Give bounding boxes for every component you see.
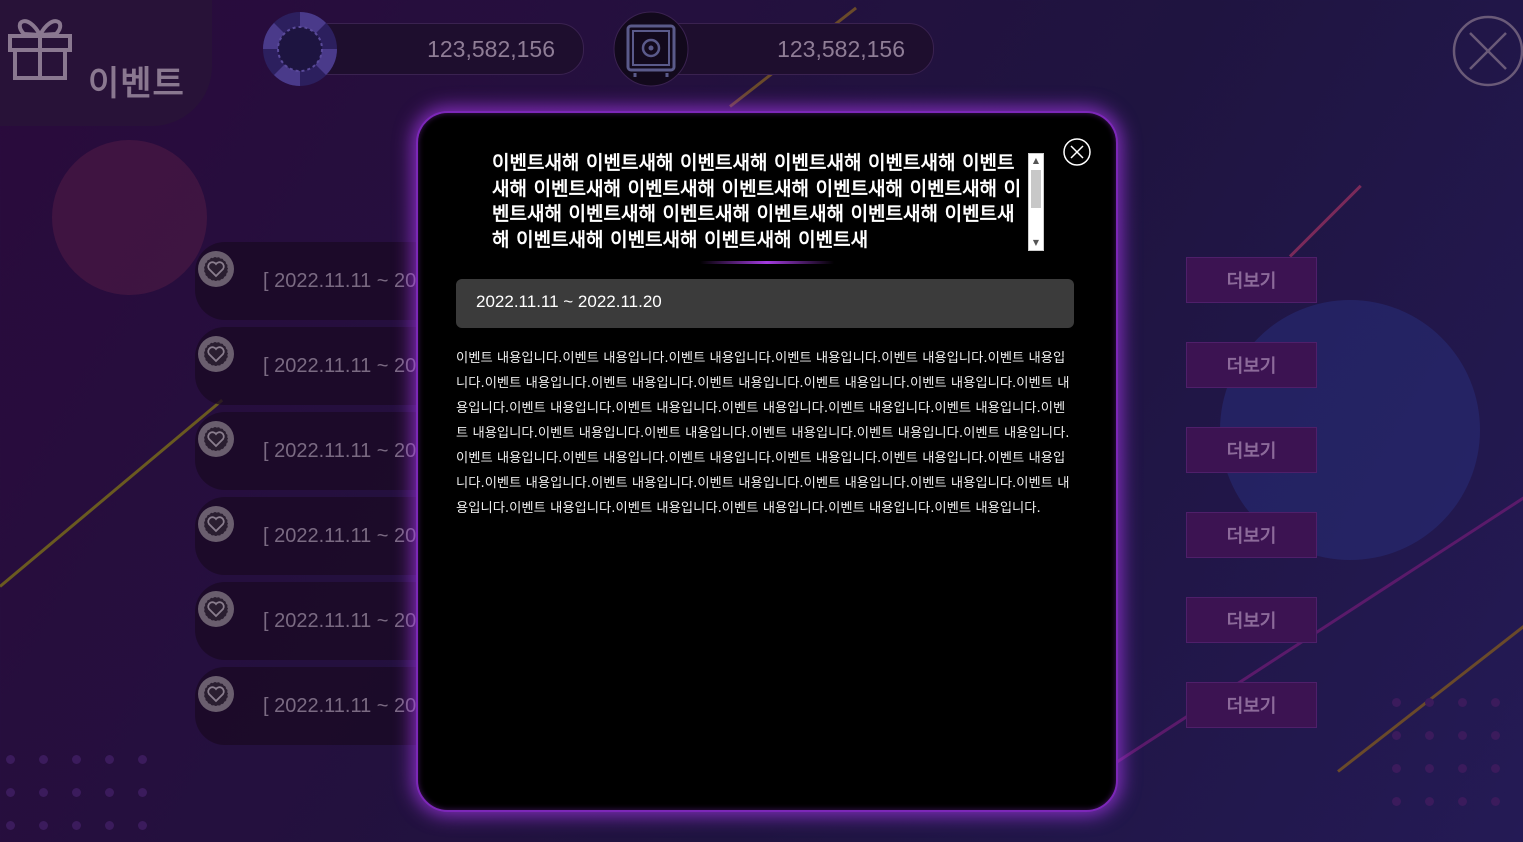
heart-chip-icon xyxy=(198,506,234,542)
safe-balance: 123,582,156 xyxy=(650,23,934,75)
heart-chip-icon xyxy=(198,251,234,287)
event-date: [ 2022.11.11 ~ 20 xyxy=(263,270,417,292)
more-button[interactable]: 더보기 xyxy=(1186,597,1317,643)
more-button[interactable]: 더보기 xyxy=(1186,427,1317,473)
chip-balance-value: 123,582,156 xyxy=(427,36,555,62)
modal-date-bar: 2022.11.11 ~ 2022.11.20 xyxy=(456,279,1074,328)
event-list-item[interactable]: [ 2022.11.11 ~ 20 xyxy=(195,497,445,575)
event-list-item[interactable]: [ 2022.11.11 ~ 20 xyxy=(195,412,445,490)
safe-balance-value: 123,582,156 xyxy=(777,36,905,62)
more-button[interactable]: 더보기 xyxy=(1186,342,1317,388)
title-divider xyxy=(700,261,834,264)
page-title: 이벤트 xyxy=(88,64,185,104)
modal-body-text: 이벤트 내용입니다.이벤트 내용입니다.이벤트 내용입니다.이벤트 내용입니다.… xyxy=(456,351,1070,516)
page-header-tab: 이벤트 xyxy=(0,0,212,126)
safe-icon xyxy=(613,11,689,87)
heart-chip-icon xyxy=(198,676,234,712)
event-date: [ 2022.11.11 ~ 20 xyxy=(263,440,417,462)
heart-chip-icon xyxy=(198,336,234,372)
modal-title-scroll-area[interactable]: 이벤트새해 이벤트새해 이벤트새해 이벤트새해 이벤트새해 이벤트새해 이벤트새… xyxy=(492,151,1044,251)
close-page-icon[interactable] xyxy=(1452,15,1523,87)
background-stripe xyxy=(1288,184,1362,258)
background-stripe xyxy=(0,398,224,588)
dot-pattern xyxy=(1392,698,1500,806)
event-date: [ 2022.11.11 ~ 20 xyxy=(263,525,417,547)
event-date: [ 2022.11.11 ~ 20 xyxy=(263,610,417,632)
modal-date-range: 2022.11.11 ~ 2022.11.20 xyxy=(476,292,662,311)
chip-balance: 123,582,156 xyxy=(300,23,584,75)
scrollbar-thumb[interactable] xyxy=(1031,170,1041,208)
modal-close-icon[interactable] xyxy=(1062,137,1092,167)
event-list-item[interactable]: [ 2022.11.11 ~ 20 xyxy=(195,327,445,405)
dot-pattern xyxy=(6,755,147,830)
event-date: [ 2022.11.11 ~ 20 xyxy=(263,695,417,717)
more-button[interactable]: 더보기 xyxy=(1186,682,1317,728)
scroll-down-icon[interactable]: ▼ xyxy=(1029,236,1043,250)
poker-chip-icon xyxy=(263,12,337,86)
heart-chip-icon xyxy=(198,591,234,627)
heart-chip-icon xyxy=(198,421,234,457)
title-scrollbar[interactable]: ▲ ▼ xyxy=(1028,153,1044,251)
modal-title: 이벤트새해 이벤트새해 이벤트새해 이벤트새해 이벤트새해 이벤트새해 이벤트새… xyxy=(492,152,1022,251)
event-list-item[interactable]: [ 2022.11.11 ~ 20 xyxy=(195,582,445,660)
more-button[interactable]: 더보기 xyxy=(1186,512,1317,558)
scroll-up-icon[interactable]: ▲ xyxy=(1029,154,1043,168)
background-circle xyxy=(52,140,207,295)
event-list-item[interactable]: [ 2022.11.11 ~ 20 xyxy=(195,667,445,745)
more-button[interactable]: 더보기 xyxy=(1186,257,1317,303)
event-detail-modal: 이벤트새해 이벤트새해 이벤트새해 이벤트새해 이벤트새해 이벤트새해 이벤트새… xyxy=(416,111,1118,812)
gift-icon xyxy=(8,19,72,80)
event-list-item[interactable]: [ 2022.11.11 ~ 20 xyxy=(195,242,445,320)
event-date: [ 2022.11.11 ~ 20 xyxy=(263,355,417,377)
